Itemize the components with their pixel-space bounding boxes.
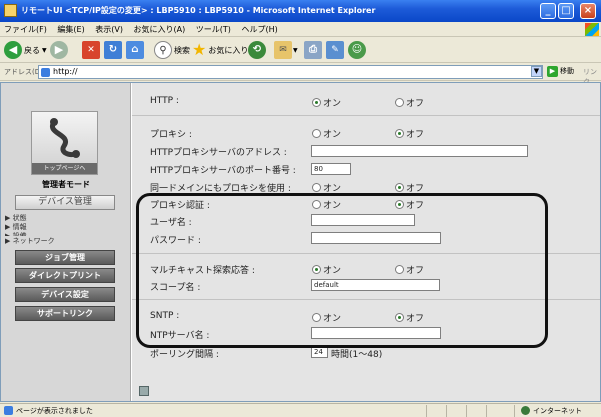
- submenu-network[interactable]: ▶ ネットワーク: [5, 236, 55, 246]
- top-page-logo-button[interactable]: トップページへ: [31, 111, 98, 175]
- go-button[interactable]: ▶ 移動: [547, 66, 574, 77]
- http-off-radio[interactable]: オフ: [395, 96, 424, 109]
- status-divider: [446, 405, 447, 417]
- home-button[interactable]: ⌂: [126, 40, 144, 60]
- admin-mode-label: 管理者モード: [42, 180, 90, 189]
- favorites-star-icon: ★: [192, 40, 207, 59]
- internet-globe-icon: [521, 406, 530, 415]
- close-button[interactable]: ×: [580, 3, 596, 19]
- radio-selected-icon: [312, 98, 321, 107]
- status-bar: ページが表示されました インターネット: [0, 403, 601, 417]
- stop-button[interactable]: ✕: [82, 40, 100, 60]
- edit-button[interactable]: ✎: [326, 40, 344, 60]
- zone-label: インターネット: [533, 407, 582, 415]
- http-on-label: オン: [323, 99, 342, 109]
- proxy-address-label: HTTPプロキシサーバのアドレス :: [150, 148, 287, 158]
- favorites-label: お気に入り: [208, 45, 249, 55]
- support-link-button[interactable]: サポートリンク: [15, 306, 115, 321]
- forward-arrow-icon: ▶: [50, 41, 68, 59]
- http-label: HTTP :: [150, 96, 179, 106]
- divider: [132, 115, 600, 116]
- proxy-on-radio[interactable]: オン: [312, 127, 341, 140]
- go-arrow-icon: ▶: [547, 66, 558, 77]
- back-dropdown-icon: ▼: [42, 46, 47, 54]
- direct-print-button[interactable]: ダイレクトプリント: [15, 268, 115, 283]
- status-message: ページが表示されました: [16, 407, 93, 415]
- menu-help[interactable]: ヘルプ(H): [237, 22, 281, 35]
- page-viewport: トップページへ 管理者モード デバイス管理 ▶ 状態 ▶ 情報 ▶ 設備 ▶ ネ…: [0, 82, 601, 402]
- search-button[interactable]: ⚲ 検索: [154, 40, 190, 60]
- proxy-address-input[interactable]: [311, 145, 528, 157]
- proxy-settings-highlight: [136, 193, 548, 348]
- go-label: 移動: [560, 67, 574, 75]
- status-divider: [466, 405, 467, 417]
- back-label: 戻る: [24, 45, 40, 55]
- polling-unit-label: 時間(1〜48): [331, 350, 383, 360]
- status-divider: [426, 405, 427, 417]
- proxy-off-radio[interactable]: オフ: [395, 127, 424, 140]
- http-on-radio[interactable]: オン: [312, 96, 341, 109]
- history-button[interactable]: ⟲: [248, 40, 266, 60]
- status-text: ページが表示されました: [4, 406, 93, 416]
- print-button[interactable]: ⎙: [304, 40, 322, 60]
- address-input[interactable]: http://: [38, 65, 543, 79]
- refresh-icon: ↻: [104, 41, 122, 59]
- left-menu-pane: トップページへ 管理者モード デバイス管理 ▶ 状態 ▶ 情報 ▶ 設備 ▶ ネ…: [1, 83, 131, 401]
- radio-selected-icon: [395, 183, 404, 192]
- menu-favorites[interactable]: お気に入り(A): [130, 22, 190, 35]
- menu-edit[interactable]: 編集(E): [53, 22, 88, 35]
- forward-button[interactable]: ▶: [50, 40, 68, 60]
- menu-file[interactable]: ファイル(F): [0, 22, 51, 35]
- address-dropdown-icon[interactable]: ▼: [531, 66, 542, 77]
- proxy-port-label: HTTPプロキシサーバのポート番号 :: [150, 166, 296, 176]
- proxy-on-label: オン: [323, 130, 342, 140]
- http-off-label: オフ: [406, 99, 425, 109]
- mail-button[interactable]: ✉ ▼: [274, 40, 298, 60]
- print-icon: ⎙: [304, 41, 322, 59]
- job-management-button[interactable]: ジョブ管理: [15, 250, 115, 265]
- logo-caption: トップページへ: [32, 163, 97, 174]
- browser-toolbar: ◀ 戻る ▼ ▶ ✕ ↻ ⌂ ⚲ 検索 ★ お気に入り ⟲ ✉ ▼ ⎙ ✎ ☺: [0, 37, 601, 63]
- page-done-icon: [4, 406, 13, 415]
- maximize-button[interactable]: □: [558, 3, 574, 19]
- device-management-button[interactable]: デバイス管理: [15, 195, 115, 210]
- mail-dropdown-icon: ▼: [293, 46, 298, 54]
- radio-empty-icon: [395, 98, 404, 107]
- menu-view[interactable]: 表示(V): [91, 22, 127, 35]
- address-bar: アドレス(D) http:// ▼ ▶移動 リンク: [0, 63, 601, 86]
- status-divider: [486, 405, 487, 417]
- page-top-icon[interactable]: [139, 386, 149, 396]
- refresh-button[interactable]: ↻: [104, 40, 122, 60]
- network-cable-icon: [50, 118, 80, 158]
- edit-icon: ✎: [326, 41, 344, 59]
- radio-empty-icon: [312, 129, 321, 138]
- radio-selected-icon: [395, 129, 404, 138]
- messenger-icon: ☺: [348, 41, 366, 59]
- favorites-button[interactable]: ★ お気に入り: [192, 40, 248, 60]
- ie-app-icon: [4, 4, 17, 17]
- window-titlebar: リモートUI <TCP/IP設定の変更> : LBP5910 : LBP5910…: [0, 0, 601, 22]
- search-icon: ⚲: [154, 41, 172, 59]
- history-icon: ⟲: [248, 41, 266, 59]
- proxy-port-input[interactable]: [311, 163, 351, 175]
- device-settings-button[interactable]: デバイス設定: [15, 287, 115, 302]
- menu-bar: ファイル(F) 編集(E) 表示(V) お気に入り(A) ツール(T) ヘルプ(…: [0, 22, 601, 37]
- proxy-off-label: オフ: [406, 130, 425, 140]
- polling-label: ポーリング間隔 :: [150, 350, 219, 360]
- window-title: リモートUI <TCP/IP設定の変更> : LBP5910 : LBP5910…: [21, 6, 376, 15]
- home-icon: ⌂: [126, 41, 144, 59]
- search-label: 検索: [174, 45, 190, 55]
- back-button[interactable]: ◀ 戻る ▼: [4, 40, 47, 60]
- back-arrow-icon: ◀: [4, 41, 22, 59]
- minimize-button[interactable]: _: [540, 3, 556, 19]
- mail-icon: ✉: [274, 41, 292, 59]
- status-divider: [514, 405, 515, 417]
- zone-indicator: インターネット: [521, 406, 582, 416]
- stop-icon: ✕: [82, 41, 100, 59]
- proxy-label: プロキシ :: [150, 130, 192, 140]
- windows-logo-icon: [585, 23, 599, 36]
- menu-tools[interactable]: ツール(T): [192, 22, 235, 35]
- messenger-button[interactable]: ☺: [348, 40, 366, 60]
- radio-empty-icon: [312, 183, 321, 192]
